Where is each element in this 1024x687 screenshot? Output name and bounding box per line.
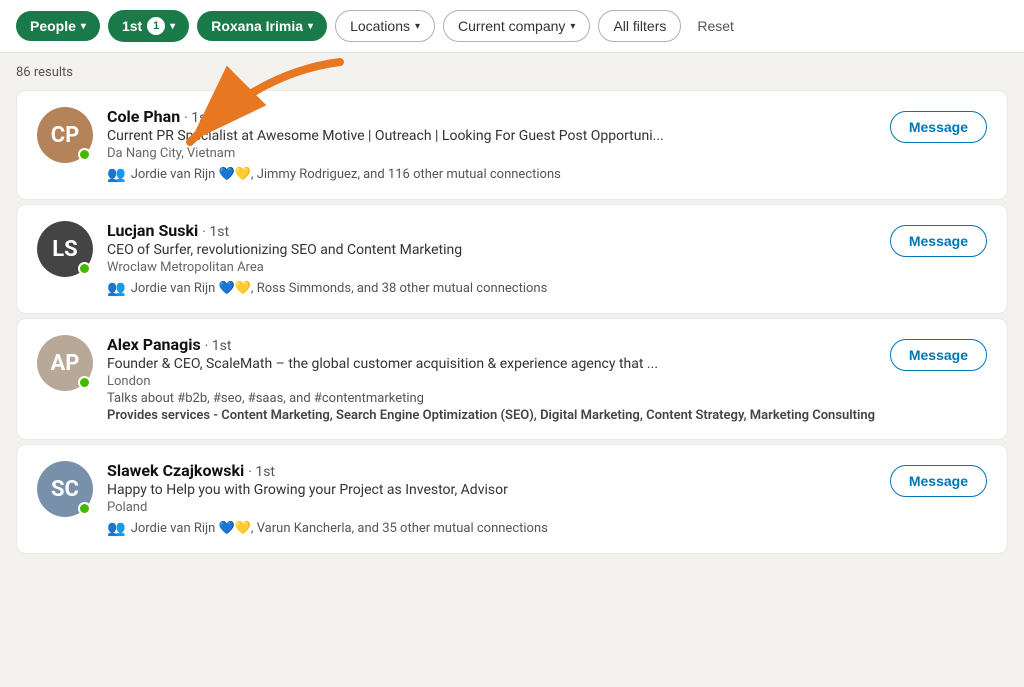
- reset-button[interactable]: Reset: [689, 11, 742, 41]
- avatar-wrap: LS: [37, 221, 93, 277]
- avatar-wrap: SC: [37, 461, 93, 517]
- mutual-text: Jordie van Rijn 💙💛, Ross Simmonds, and 3…: [131, 281, 548, 296]
- person-card-alex-panagis: AP Alex Panagis · 1st Founder & CEO, Sca…: [16, 318, 1008, 440]
- mutual-text: Jordie van Rijn 💙💛, Jimmy Rodriguez, and…: [131, 167, 561, 182]
- online-indicator: [78, 262, 91, 275]
- mutual-icon: 👥: [107, 165, 126, 183]
- person-name[interactable]: Alex Panagis: [107, 335, 201, 354]
- person-title: Current PR Specialist at Awesome Motive …: [107, 128, 890, 144]
- person-name-line: Alex Panagis · 1st: [107, 335, 890, 354]
- online-indicator: [78, 148, 91, 161]
- locations-label: Locations: [350, 18, 410, 34]
- online-indicator: [78, 376, 91, 389]
- person-title: CEO of Surfer, revolutionizing SEO and C…: [107, 242, 890, 258]
- mutual-icon: 👥: [107, 519, 126, 537]
- locations-filter-button[interactable]: Locations ▾: [335, 10, 435, 42]
- person-title: Happy to Help you with Growing your Proj…: [107, 482, 890, 498]
- reset-label: Reset: [697, 18, 734, 34]
- card-left: LS Lucjan Suski · 1st CEO of Surfer, rev…: [37, 221, 890, 297]
- current-company-label: Current company: [458, 18, 565, 34]
- mutual-connections: 👥 Jordie van Rijn 💙💛, Jimmy Rodriguez, a…: [107, 165, 890, 183]
- talks-about: Talks about #b2b, #seo, #saas, and #cont…: [107, 391, 890, 406]
- person-name-line: Lucjan Suski · 1st: [107, 221, 890, 240]
- current-company-chevron: ▾: [570, 21, 575, 32]
- person-info: Lucjan Suski · 1st CEO of Surfer, revolu…: [107, 221, 890, 297]
- avatar-wrap: CP: [37, 107, 93, 163]
- name-filter-label: Roxana Irimia: [211, 18, 303, 34]
- first-degree-label: 1st: [122, 18, 142, 34]
- message-button[interactable]: Message: [890, 339, 987, 371]
- person-card-lucjan-suski: LS Lucjan Suski · 1st CEO of Surfer, rev…: [16, 204, 1008, 314]
- person-info: Alex Panagis · 1st Founder & CEO, ScaleM…: [107, 335, 890, 423]
- filter-bar: People ▾ 1st 1 ▾ Roxana Irimia ▾ Locatio…: [0, 0, 1024, 53]
- card-left: CP Cole Phan · 1st Current PR Specialist…: [37, 107, 890, 183]
- mutual-connections: 👥 Jordie van Rijn 💙💛, Ross Simmonds, and…: [107, 279, 890, 297]
- avatar-wrap: AP: [37, 335, 93, 391]
- mutual-text: Jordie van Rijn 💙💛, Varun Kancherla, and…: [131, 521, 548, 536]
- person-card-cole-phan: CP Cole Phan · 1st Current PR Specialist…: [16, 90, 1008, 200]
- degree-badge: · 1st: [205, 338, 232, 354]
- people-list: CP Cole Phan · 1st Current PR Specialist…: [16, 90, 1008, 554]
- person-name[interactable]: Lucjan Suski: [107, 221, 198, 240]
- person-location: Poland: [107, 500, 890, 515]
- people-filter-button[interactable]: People ▾: [16, 11, 100, 41]
- person-name[interactable]: Cole Phan: [107, 107, 180, 126]
- first-degree-badge: 1: [147, 17, 165, 35]
- locations-chevron: ▾: [415, 21, 420, 32]
- all-filters-button[interactable]: All filters: [598, 10, 681, 42]
- results-area: 86 results CP Cole Phan · 1st Current PR…: [0, 53, 1024, 570]
- person-name-line: Slawek Czajkowski · 1st: [107, 461, 890, 480]
- person-name[interactable]: Slawek Czajkowski: [107, 461, 244, 480]
- person-info: Slawek Czajkowski · 1st Happy to Help yo…: [107, 461, 890, 537]
- person-name-line: Cole Phan · 1st: [107, 107, 890, 126]
- people-chevron: ▾: [81, 21, 86, 32]
- card-left: AP Alex Panagis · 1st Founder & CEO, Sca…: [37, 335, 890, 423]
- degree-badge: · 1st: [202, 224, 229, 240]
- person-info: Cole Phan · 1st Current PR Specialist at…: [107, 107, 890, 183]
- all-filters-label: All filters: [613, 18, 666, 34]
- mutual-connections: 👥 Jordie van Rijn 💙💛, Varun Kancherla, a…: [107, 519, 890, 537]
- online-indicator: [78, 502, 91, 515]
- message-button[interactable]: Message: [890, 465, 987, 497]
- person-location: London: [107, 374, 890, 389]
- degree-badge: · 1st: [184, 110, 211, 126]
- person-card-slawek-czajkowski: SC Slawek Czajkowski · 1st Happy to Help…: [16, 444, 1008, 554]
- message-button[interactable]: Message: [890, 225, 987, 257]
- provides-services: Provides services - Content Marketing, S…: [107, 408, 890, 423]
- degree-badge: · 1st: [248, 464, 275, 480]
- mutual-icon: 👥: [107, 279, 126, 297]
- people-label: People: [30, 18, 76, 34]
- person-location: Da Nang City, Vietnam: [107, 146, 890, 161]
- first-degree-filter-button[interactable]: 1st 1 ▾: [108, 10, 189, 42]
- current-company-filter-button[interactable]: Current company ▾: [443, 10, 590, 42]
- first-degree-chevron: ▾: [170, 21, 175, 32]
- card-left: SC Slawek Czajkowski · 1st Happy to Help…: [37, 461, 890, 537]
- results-count: 86 results: [16, 65, 1008, 80]
- message-button[interactable]: Message: [890, 111, 987, 143]
- person-title: Founder & CEO, ScaleMath – the global cu…: [107, 356, 890, 372]
- name-filter-button[interactable]: Roxana Irimia ▾: [197, 11, 327, 41]
- person-location: Wroclaw Metropolitan Area: [107, 260, 890, 275]
- name-filter-chevron: ▾: [308, 21, 313, 32]
